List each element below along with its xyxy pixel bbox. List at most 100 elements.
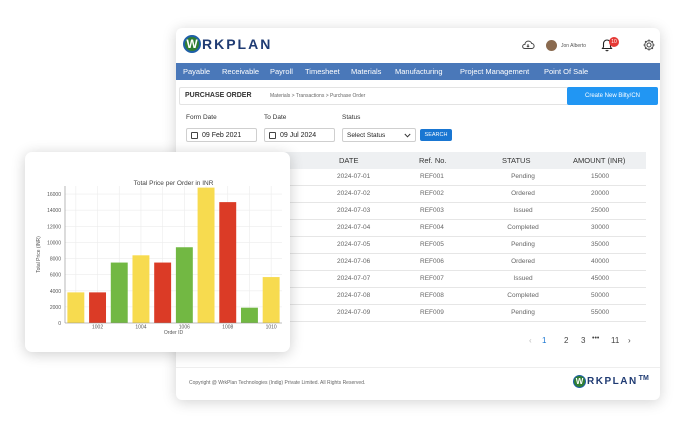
cell-date: 2024-07-04 — [337, 224, 371, 231]
gear-icon[interactable] — [642, 38, 656, 52]
copyright-text: Copyright @ WrkPlan Technologies (Indig)… — [189, 380, 366, 386]
y-axis-label: Total Price (INR) — [36, 236, 42, 273]
cell-amount: 15000 — [591, 173, 610, 180]
user-profile[interactable]: Jon Alberto — [546, 40, 586, 51]
menu-item-point-of-sale[interactable]: Point Of Sale — [544, 67, 588, 76]
bar — [67, 292, 85, 323]
menu-item-manufacturing[interactable]: Manufacturing — [395, 67, 443, 76]
bar — [175, 247, 193, 323]
status-select[interactable]: Select Status — [342, 128, 416, 142]
brand-logo[interactable]: W RKPLAN — [183, 35, 272, 53]
cell-amount: 45000 — [591, 275, 610, 282]
page-1-button[interactable]: 1 — [542, 336, 546, 345]
cell-date: 2024-07-06 — [337, 258, 371, 265]
header-amount[interactable]: AMOUNT (INR) — [573, 156, 625, 165]
menu-item-receivable[interactable]: Receivable — [222, 67, 259, 76]
cell-status: Pending — [511, 241, 535, 248]
logo-mark-icon: W — [183, 35, 201, 53]
menu-item-project-management[interactable]: Project Management — [460, 67, 529, 76]
bar — [219, 202, 237, 323]
next-page-button[interactable]: › — [628, 336, 631, 345]
cell-amount: 20000 — [591, 190, 610, 197]
cell-amount: 40000 — [591, 258, 610, 265]
footer-divider — [176, 367, 660, 368]
header-status[interactable]: STATUS — [502, 156, 530, 165]
cell-ref: REF006 — [420, 258, 444, 265]
y-tick-label: 4000 — [50, 289, 61, 295]
cell-ref: REF001 — [420, 173, 444, 180]
cell-amount: 35000 — [591, 241, 610, 248]
stage: W RKPLAN Jon Alberto 10 Payable Receivab… — [0, 0, 690, 431]
y-tick-label: 16000 — [47, 192, 61, 198]
bar — [262, 277, 280, 323]
cell-date: 2024-07-09 — [337, 309, 371, 316]
cell-amount: 25000 — [591, 207, 610, 214]
status-select-value: Select Status — [347, 131, 386, 139]
x-tick-label: 1004 — [135, 325, 146, 331]
prev-page-button[interactable]: ‹ — [529, 336, 532, 345]
main-menu: Payable Receivable Payroll Timesheet Mat… — [176, 63, 660, 80]
header-date[interactable]: DATE — [339, 156, 358, 165]
to-date-label: To Date — [264, 114, 287, 121]
bar — [197, 187, 215, 323]
page-2-button[interactable]: 2 — [564, 336, 568, 345]
bar — [132, 255, 150, 323]
status-label: Status — [342, 114, 361, 121]
from-date-value: 09 Feb 2021 — [202, 131, 242, 139]
page-header: PURCHASE ORDER Materials > Transactions … — [179, 87, 658, 105]
to-date-field[interactable]: 09 Jul 2024 — [264, 128, 335, 142]
menu-item-timesheet[interactable]: Timesheet — [305, 67, 340, 76]
y-tick-label: 12000 — [47, 224, 61, 230]
cell-amount: 55000 — [591, 309, 610, 316]
notification-badge: 10 — [609, 37, 619, 47]
chevron-down-icon — [404, 133, 411, 138]
page-title: PURCHASE ORDER — [185, 92, 252, 99]
cell-ref: REF003 — [420, 207, 444, 214]
pagination-ellipsis: ••• — [592, 335, 600, 342]
bar — [240, 307, 258, 323]
cell-date: 2024-07-03 — [337, 207, 371, 214]
y-tick-label: 2000 — [50, 305, 61, 311]
chart-card: 0 2000 4000 6000 8000 10000 12000 14000 16000 100… — [25, 152, 290, 352]
y-tick-label: 0 — [58, 321, 61, 327]
cell-ref: REF002 — [420, 190, 444, 197]
x-tick-label: 1002 — [92, 325, 103, 331]
page-3-button[interactable]: 3 — [581, 336, 585, 345]
cell-status: Issued — [513, 207, 533, 214]
x-tick-label: 1010 — [266, 325, 277, 331]
from-date-field[interactable]: 09 Feb 2021 — [186, 128, 257, 142]
footer-logo: W RKPLAN TM — [573, 375, 649, 388]
y-tick-label: 6000 — [50, 273, 61, 279]
cell-status: Pending — [511, 309, 535, 316]
cell-ref: REF004 — [420, 224, 444, 231]
chart-title: Total Price per Order in INR — [134, 180, 214, 187]
cell-status: Completed — [507, 292, 539, 299]
header-ref-no[interactable]: Ref. No. — [419, 156, 447, 165]
page-11-button[interactable]: 11 — [611, 336, 619, 345]
x-tick-label: 1008 — [222, 325, 233, 331]
y-tick-label: 8000 — [50, 257, 61, 263]
cell-status: Pending — [511, 173, 535, 180]
brand-text: RKPLAN — [202, 36, 273, 52]
cell-ref: REF008 — [420, 292, 444, 299]
footer-brand-text: RKPLAN — [587, 376, 638, 387]
y-tick-label: 10000 — [47, 240, 61, 246]
calendar-icon — [191, 131, 198, 139]
cell-status: Ordered — [511, 258, 535, 265]
cell-date: 2024-07-05 — [337, 241, 371, 248]
cell-status: Ordered — [511, 190, 535, 197]
bar — [110, 262, 128, 323]
cell-date: 2024-07-08 — [337, 292, 371, 299]
to-date-value: 09 Jul 2024 — [280, 131, 317, 139]
cloud-sync-icon[interactable] — [521, 38, 535, 52]
create-bilty-button[interactable]: Create New Bilty/CN — [567, 87, 658, 105]
logo-mark-icon: W — [573, 375, 586, 388]
bar-chart: 0 2000 4000 6000 8000 10000 12000 14000 16000 100… — [36, 180, 282, 336]
search-button[interactable]: SEARCH — [420, 129, 452, 141]
top-bar: W RKPLAN Jon Alberto 10 — [176, 28, 660, 62]
menu-item-materials[interactable]: Materials — [351, 67, 381, 76]
breadcrumb[interactable]: Materials > Transactions > Purchase Orde… — [270, 93, 365, 99]
calendar-icon — [269, 131, 276, 139]
menu-item-payroll[interactable]: Payroll — [270, 67, 293, 76]
menu-item-payable[interactable]: Payable — [183, 67, 210, 76]
